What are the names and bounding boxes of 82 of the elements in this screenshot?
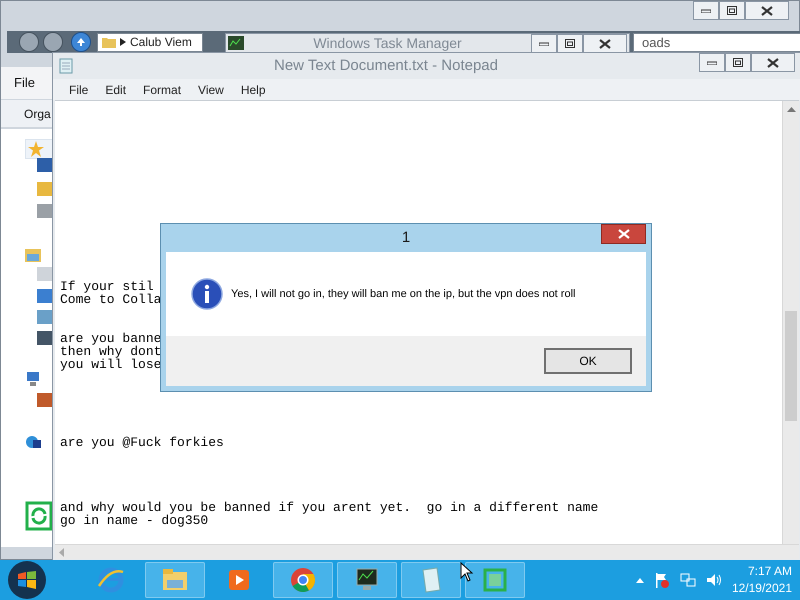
search-field[interactable]: oads <box>633 33 800 52</box>
menu-item[interactable]: Format <box>143 80 182 98</box>
information-icon <box>191 278 223 310</box>
maximize-icon <box>733 58 743 67</box>
maximize-icon <box>727 6 737 15</box>
address-text: Calub Viem <box>130 35 192 49</box>
document-line: and why would you be banned if you arent yet. go in a different name <box>60 501 598 514</box>
menu-item[interactable]: File <box>14 73 35 93</box>
scroll-left-icon <box>58 548 64 557</box>
flag-icon <box>654 572 670 588</box>
computer-icon <box>25 372 41 388</box>
close-icon <box>618 229 630 239</box>
mouse-pointer-icon <box>460 562 474 582</box>
menu-item[interactable]: Help <box>240 80 266 98</box>
menu-item[interactable]: Edit <box>105 80 126 98</box>
window-title: Windows Task Manager <box>312 35 463 51</box>
up-button[interactable] <box>71 32 91 52</box>
volume-icon <box>706 572 722 588</box>
close-icon <box>767 58 779 68</box>
nav-item-icon <box>37 393 53 407</box>
chrome-icon <box>289 566 317 594</box>
minimize-button[interactable] <box>531 34 557 53</box>
network-icon <box>680 572 696 588</box>
menu-item[interactable]: View <box>198 80 224 98</box>
forward-button[interactable] <box>43 32 63 52</box>
document-line: are you @Fuck forkies <box>60 436 224 449</box>
library-icon <box>25 247 41 263</box>
document-line: are you banne <box>60 332 162 345</box>
ok-button[interactable]: OK <box>544 348 632 374</box>
minimize-icon <box>539 42 549 46</box>
network-icon <box>25 434 41 450</box>
document-line: If your stil <box>60 280 154 293</box>
star-icon <box>28 141 44 157</box>
minimize-button[interactable] <box>693 1 719 20</box>
sync-icon <box>25 501 53 531</box>
nav-item-icon <box>37 331 53 345</box>
maximize-button[interactable] <box>719 1 745 20</box>
dialog-message: Yes, I will not go in, they will ban me on the ip, but the vpn does not roll <box>231 286 576 302</box>
document-line: you will lose <box>60 358 162 371</box>
close-button[interactable] <box>583 34 627 53</box>
chevron-icon <box>120 38 126 46</box>
maximize-button[interactable] <box>557 34 583 53</box>
maximize-icon <box>565 39 575 48</box>
address-bar[interactable]: Calub Viem <box>97 32 203 52</box>
scrollbar-thumb[interactable] <box>785 311 797 421</box>
square-frame-icon <box>481 566 509 594</box>
close-icon <box>761 6 773 16</box>
taskbar-button[interactable] <box>337 562 397 598</box>
windows-logo-icon <box>17 571 37 589</box>
up-arrow-icon <box>76 37 86 47</box>
nav-item-icon <box>37 182 53 196</box>
toolbar-item[interactable]: Orga <box>24 104 51 122</box>
scroll-up-icon <box>787 106 796 112</box>
close-icon <box>599 38 611 48</box>
folder-icon <box>102 36 116 48</box>
nav-item-icon <box>37 267 53 281</box>
horizontal-scrollbar[interactable] <box>55 544 799 559</box>
close-button[interactable] <box>751 53 795 72</box>
document-line: go in name - dog350 <box>60 514 208 527</box>
nav-item-icon <box>37 289 53 303</box>
task-manager-icon <box>228 36 244 50</box>
show-hidden-icons-icon <box>636 577 644 583</box>
maximize-button[interactable] <box>725 53 751 72</box>
document-line: Come to Colla <box>60 293 162 306</box>
start-button[interactable] <box>8 561 46 599</box>
minimize-icon <box>707 60 717 64</box>
minimize-button[interactable] <box>699 53 725 72</box>
notepad-icon <box>59 58 73 74</box>
document-line: then why dont <box>60 345 162 358</box>
nav-item-icon <box>37 158 53 172</box>
vertical-scrollbar[interactable] <box>782 101 799 544</box>
menu-item[interactable]: File <box>69 80 88 98</box>
back-button[interactable] <box>19 32 39 52</box>
close-button[interactable] <box>601 224 646 244</box>
nav-item-icon <box>37 310 53 324</box>
dialog-title: 1 <box>402 228 410 248</box>
minimize-icon <box>701 8 711 12</box>
nav-item-icon <box>37 204 53 218</box>
browser-icon <box>97 566 125 594</box>
search-text: oads <box>642 34 670 52</box>
window-title: New Text Document.txt - Notepad <box>273 56 499 76</box>
close-button[interactable] <box>745 1 789 20</box>
